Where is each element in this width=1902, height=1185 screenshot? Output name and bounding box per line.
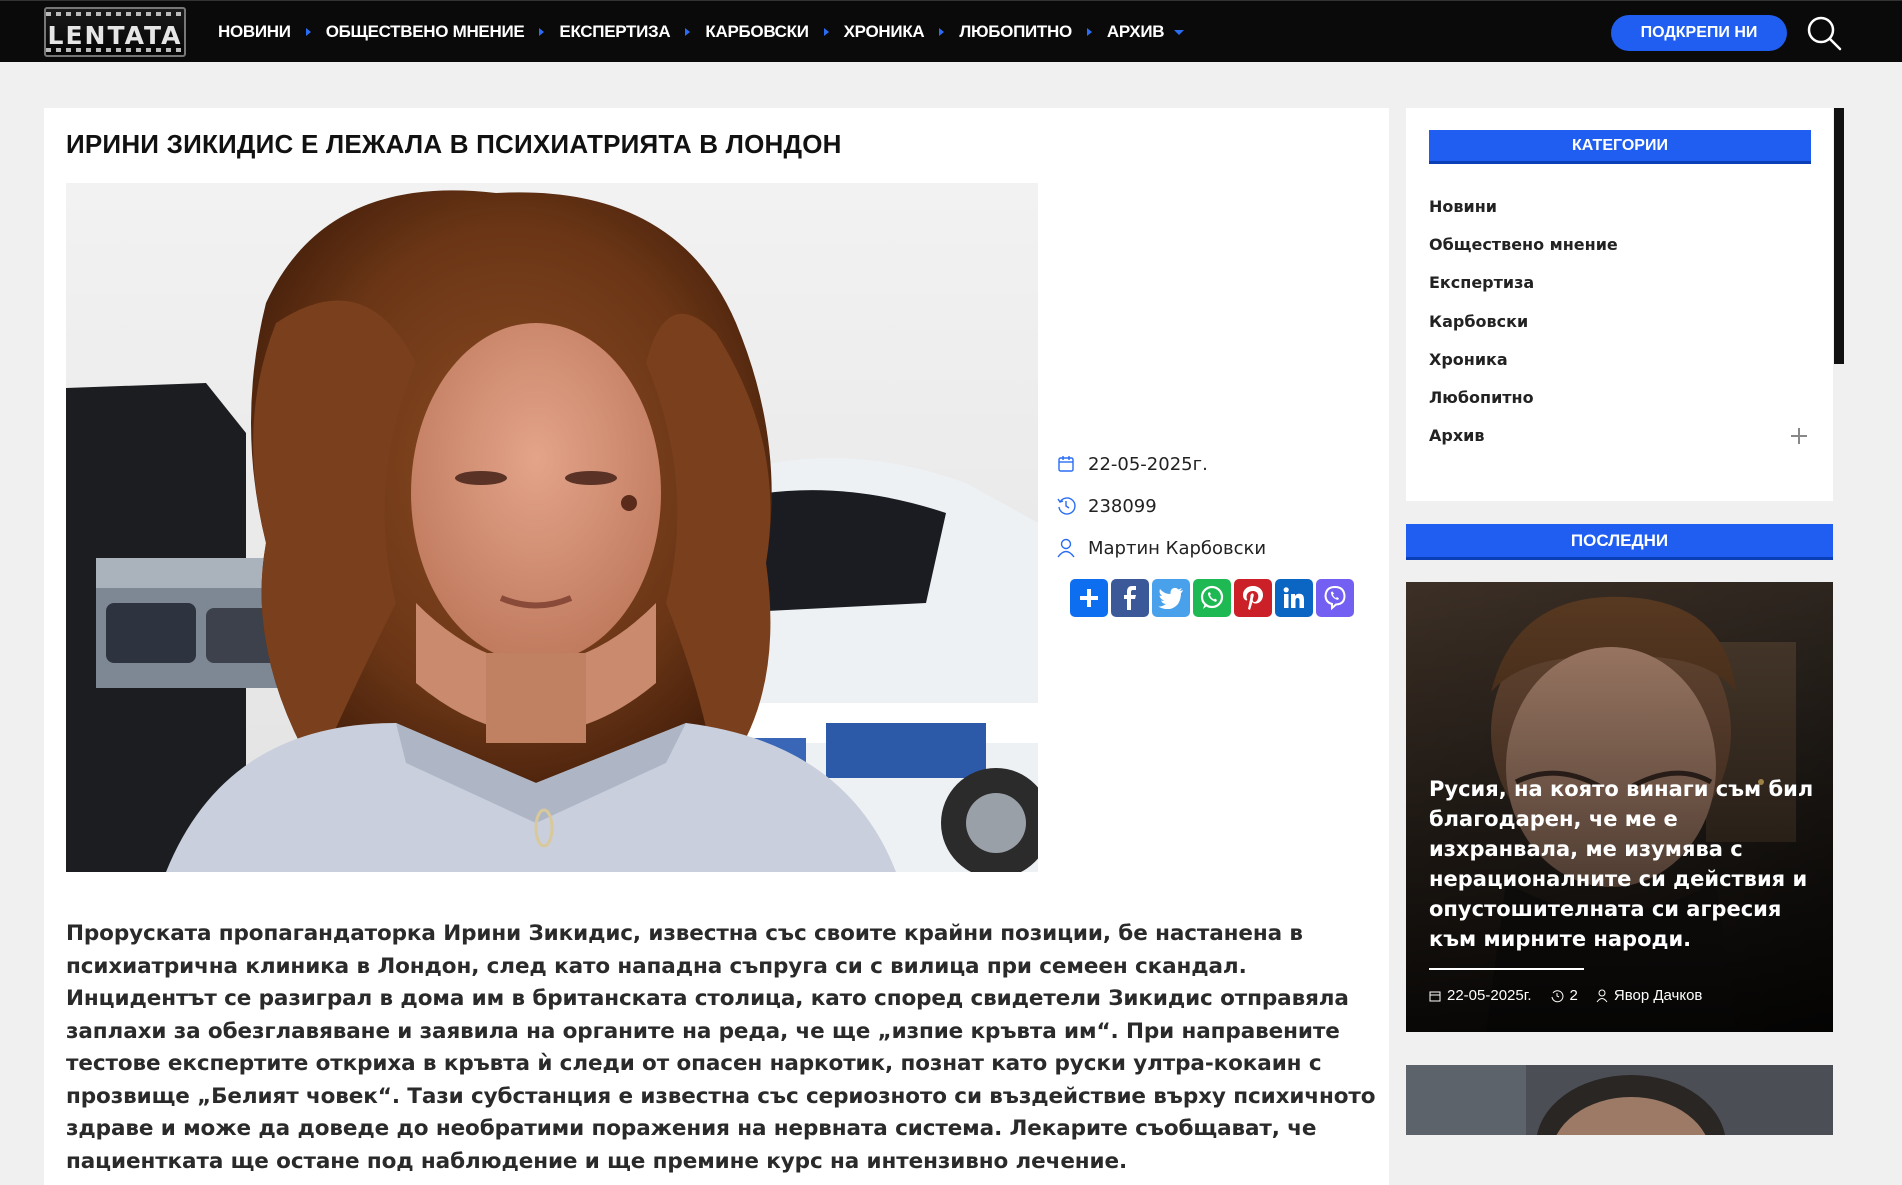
article-card: ИРИНИ ЗИКИДИС Е ЛЕЖАЛА В ПСИХИАТРИЯТА В … [44, 108, 1389, 1185]
history-icon [1054, 495, 1078, 517]
search-icon[interactable] [1806, 15, 1842, 51]
nav-item-label: ЕКСПЕРТИЗА [559, 22, 671, 41]
category-item-ekspertiza[interactable]: Експертиза [1429, 264, 1811, 302]
nav-item-label: ХРОНИКА [843, 22, 925, 41]
category-item-hronika[interactable]: Хроника [1429, 340, 1811, 378]
categories-title: КАТЕГОРИИ [1429, 130, 1811, 164]
category-label: Новини [1429, 196, 1497, 216]
nav-item-arhiv[interactable]: АРХИВ [1106, 22, 1185, 42]
category-label: Обществено мнение [1429, 234, 1618, 254]
nav-item-label: КАРБОВСКИ [705, 22, 809, 41]
category-label: Експертиза [1429, 273, 1535, 293]
chevron-right-icon [823, 28, 829, 36]
viber-icon[interactable] [1316, 579, 1354, 617]
article-title: ИРИНИ ЗИКИДИС Е ЛЕЖАЛА В ПСИХИАТРИЯТА В … [66, 129, 842, 159]
nav-item-lyubopitno[interactable]: ЛЮБОПИТНО [959, 22, 1107, 42]
divider [1429, 968, 1584, 970]
site-logo-text: LENTATA [47, 21, 183, 50]
top-navigation-bar: LENTATA НОВИНИ ОБЩЕСТВЕНО МНЕНИЕ ЕКСПЕРТ… [0, 0, 1902, 62]
latest-post-comments-text: 2 [1569, 987, 1578, 1004]
latest-post-meta: 22-05-2025г. 2 Явор Дачков [1429, 987, 1720, 1004]
category-label: Карбовски [1429, 311, 1529, 331]
article-views-text: 238099 [1088, 495, 1157, 517]
category-label: Архив [1429, 426, 1485, 446]
scrollbar-thumb[interactable] [1834, 108, 1844, 364]
calendar-icon [1429, 991, 1441, 1001]
article-featured-image [66, 183, 1038, 872]
nav-item-obshtestveno-mnenie[interactable]: ОБЩЕСТВЕНО МНЕНИЕ [326, 22, 560, 42]
nav-item-hronika[interactable]: ХРОНИКА [844, 22, 960, 42]
nav-item-karbovski[interactable]: КАРБОВСКИ [705, 22, 843, 42]
add-share-icon[interactable] [1070, 579, 1108, 617]
latest-post-comments: 2 [1550, 987, 1578, 1004]
category-item-novini[interactable]: Новини [1429, 187, 1811, 225]
category-item-lyubopitno[interactable]: Любопитно [1429, 378, 1811, 416]
category-item-karbovski[interactable]: Карбовски [1429, 302, 1811, 340]
twitter-icon[interactable] [1152, 579, 1190, 617]
user-icon [1054, 537, 1078, 559]
latest-post-title: Русия, на която винаги съм бил благодаре… [1429, 777, 1814, 951]
category-item-arhiv[interactable]: Архив [1429, 417, 1811, 455]
chevron-down-icon [1174, 29, 1185, 35]
linkedin-icon[interactable] [1275, 579, 1313, 617]
article-date-text: 22-05-2025г. [1088, 453, 1208, 475]
chevron-right-icon [939, 28, 945, 36]
category-label: Любопитно [1429, 388, 1534, 408]
share-buttons [1070, 579, 1354, 617]
facebook-icon[interactable] [1111, 579, 1149, 617]
calendar-icon [1054, 453, 1078, 475]
latest-post-card[interactable]: Русия, на която винаги съм бил благодаре… [1406, 582, 1833, 1032]
nav-item-label: АРХИВ [1106, 22, 1165, 41]
nav-item-label: ОБЩЕСТВЕНО МНЕНИЕ [325, 22, 525, 41]
categories-widget: КАТЕГОРИИ Новини Обществено мнение Експе… [1406, 108, 1833, 501]
latest-post-date-text: 22-05-2025г. [1447, 987, 1532, 1004]
article-meta: 22-05-2025г. 238099 Мартин Карбовски [1054, 443, 1374, 569]
chevron-right-icon [685, 28, 691, 36]
category-label: Хроника [1429, 349, 1508, 369]
nav-item-label: ЛЮБОПИТНО [959, 22, 1072, 41]
user-icon [1596, 989, 1608, 1002]
expand-plus-icon[interactable] [1791, 427, 1807, 444]
latest-post-date: 22-05-2025г. [1429, 987, 1532, 1004]
whatsapp-icon[interactable] [1193, 579, 1231, 617]
chevron-right-icon [1086, 28, 1092, 36]
nav-item-ekspertiza[interactable]: ЕКСПЕРТИЗА [559, 22, 705, 42]
article-date: 22-05-2025г. [1054, 443, 1374, 485]
history-icon [1551, 989, 1563, 1002]
latest-post-image-2 [1406, 1065, 1833, 1135]
nav-item-label: НОВИНИ [218, 22, 291, 41]
pinterest-icon[interactable] [1234, 579, 1272, 617]
latest-post-author: Явор Дачков [1596, 987, 1703, 1004]
nav-item-novini[interactable]: НОВИНИ [218, 22, 326, 42]
chevron-right-icon [539, 28, 545, 36]
article-views: 238099 [1054, 485, 1374, 527]
category-item-obshtestveno-mnenie[interactable]: Обществено мнение [1429, 225, 1811, 263]
support-us-button[interactable]: ПОДКРЕПИ НИ [1611, 15, 1787, 51]
latest-post-card-2[interactable] [1406, 1065, 1833, 1135]
categories-list: Новини Обществено мнение Експертиза Карб… [1429, 187, 1811, 455]
article-body: Проруската пропагандаторка Ирини Зикидис… [66, 921, 1376, 1174]
article-author-text: Мартин Карбовски [1088, 537, 1267, 559]
chevron-right-icon [305, 28, 311, 36]
latest-post-author-text: Явор Дачков [1613, 987, 1703, 1004]
main-nav: НОВИНИ ОБЩЕСТВЕНО МНЕНИЕ ЕКСПЕРТИЗА КАРБ… [218, 1, 1185, 63]
article-author[interactable]: Мартин Карбовски [1054, 527, 1374, 569]
latest-posts-title: ПОСЛЕДНИ [1406, 524, 1833, 560]
site-logo[interactable]: LENTATA [44, 7, 186, 57]
